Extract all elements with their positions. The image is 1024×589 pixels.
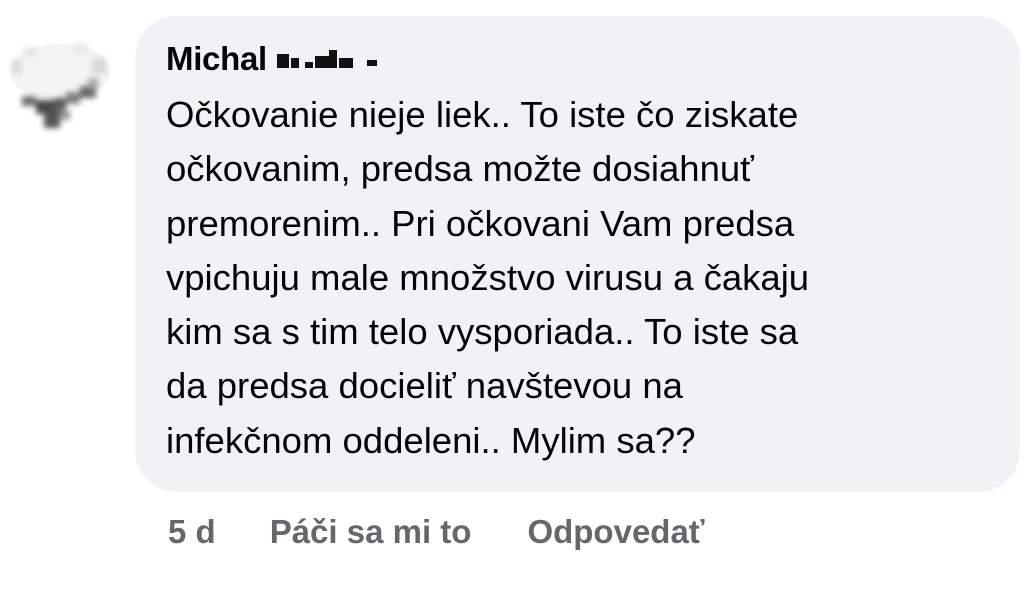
- redacted-surname: [275, 44, 385, 74]
- blurred-profile-picture: [10, 44, 110, 128]
- comment-text: Očkovanie nieje liek.. To iste čo ziskat…: [166, 94, 810, 461]
- comment-timestamp[interactable]: 5 d: [168, 513, 216, 551]
- like-button[interactable]: Páči sa mi to: [270, 513, 472, 551]
- comment-author-row: Michal: [166, 36, 385, 82]
- author-name[interactable]: Michal: [166, 36, 267, 82]
- avatar[interactable]: [4, 38, 116, 136]
- comment-actions: 5 d Páči sa mi to Odpovedať: [168, 507, 705, 557]
- reply-button[interactable]: Odpovedať: [527, 513, 704, 551]
